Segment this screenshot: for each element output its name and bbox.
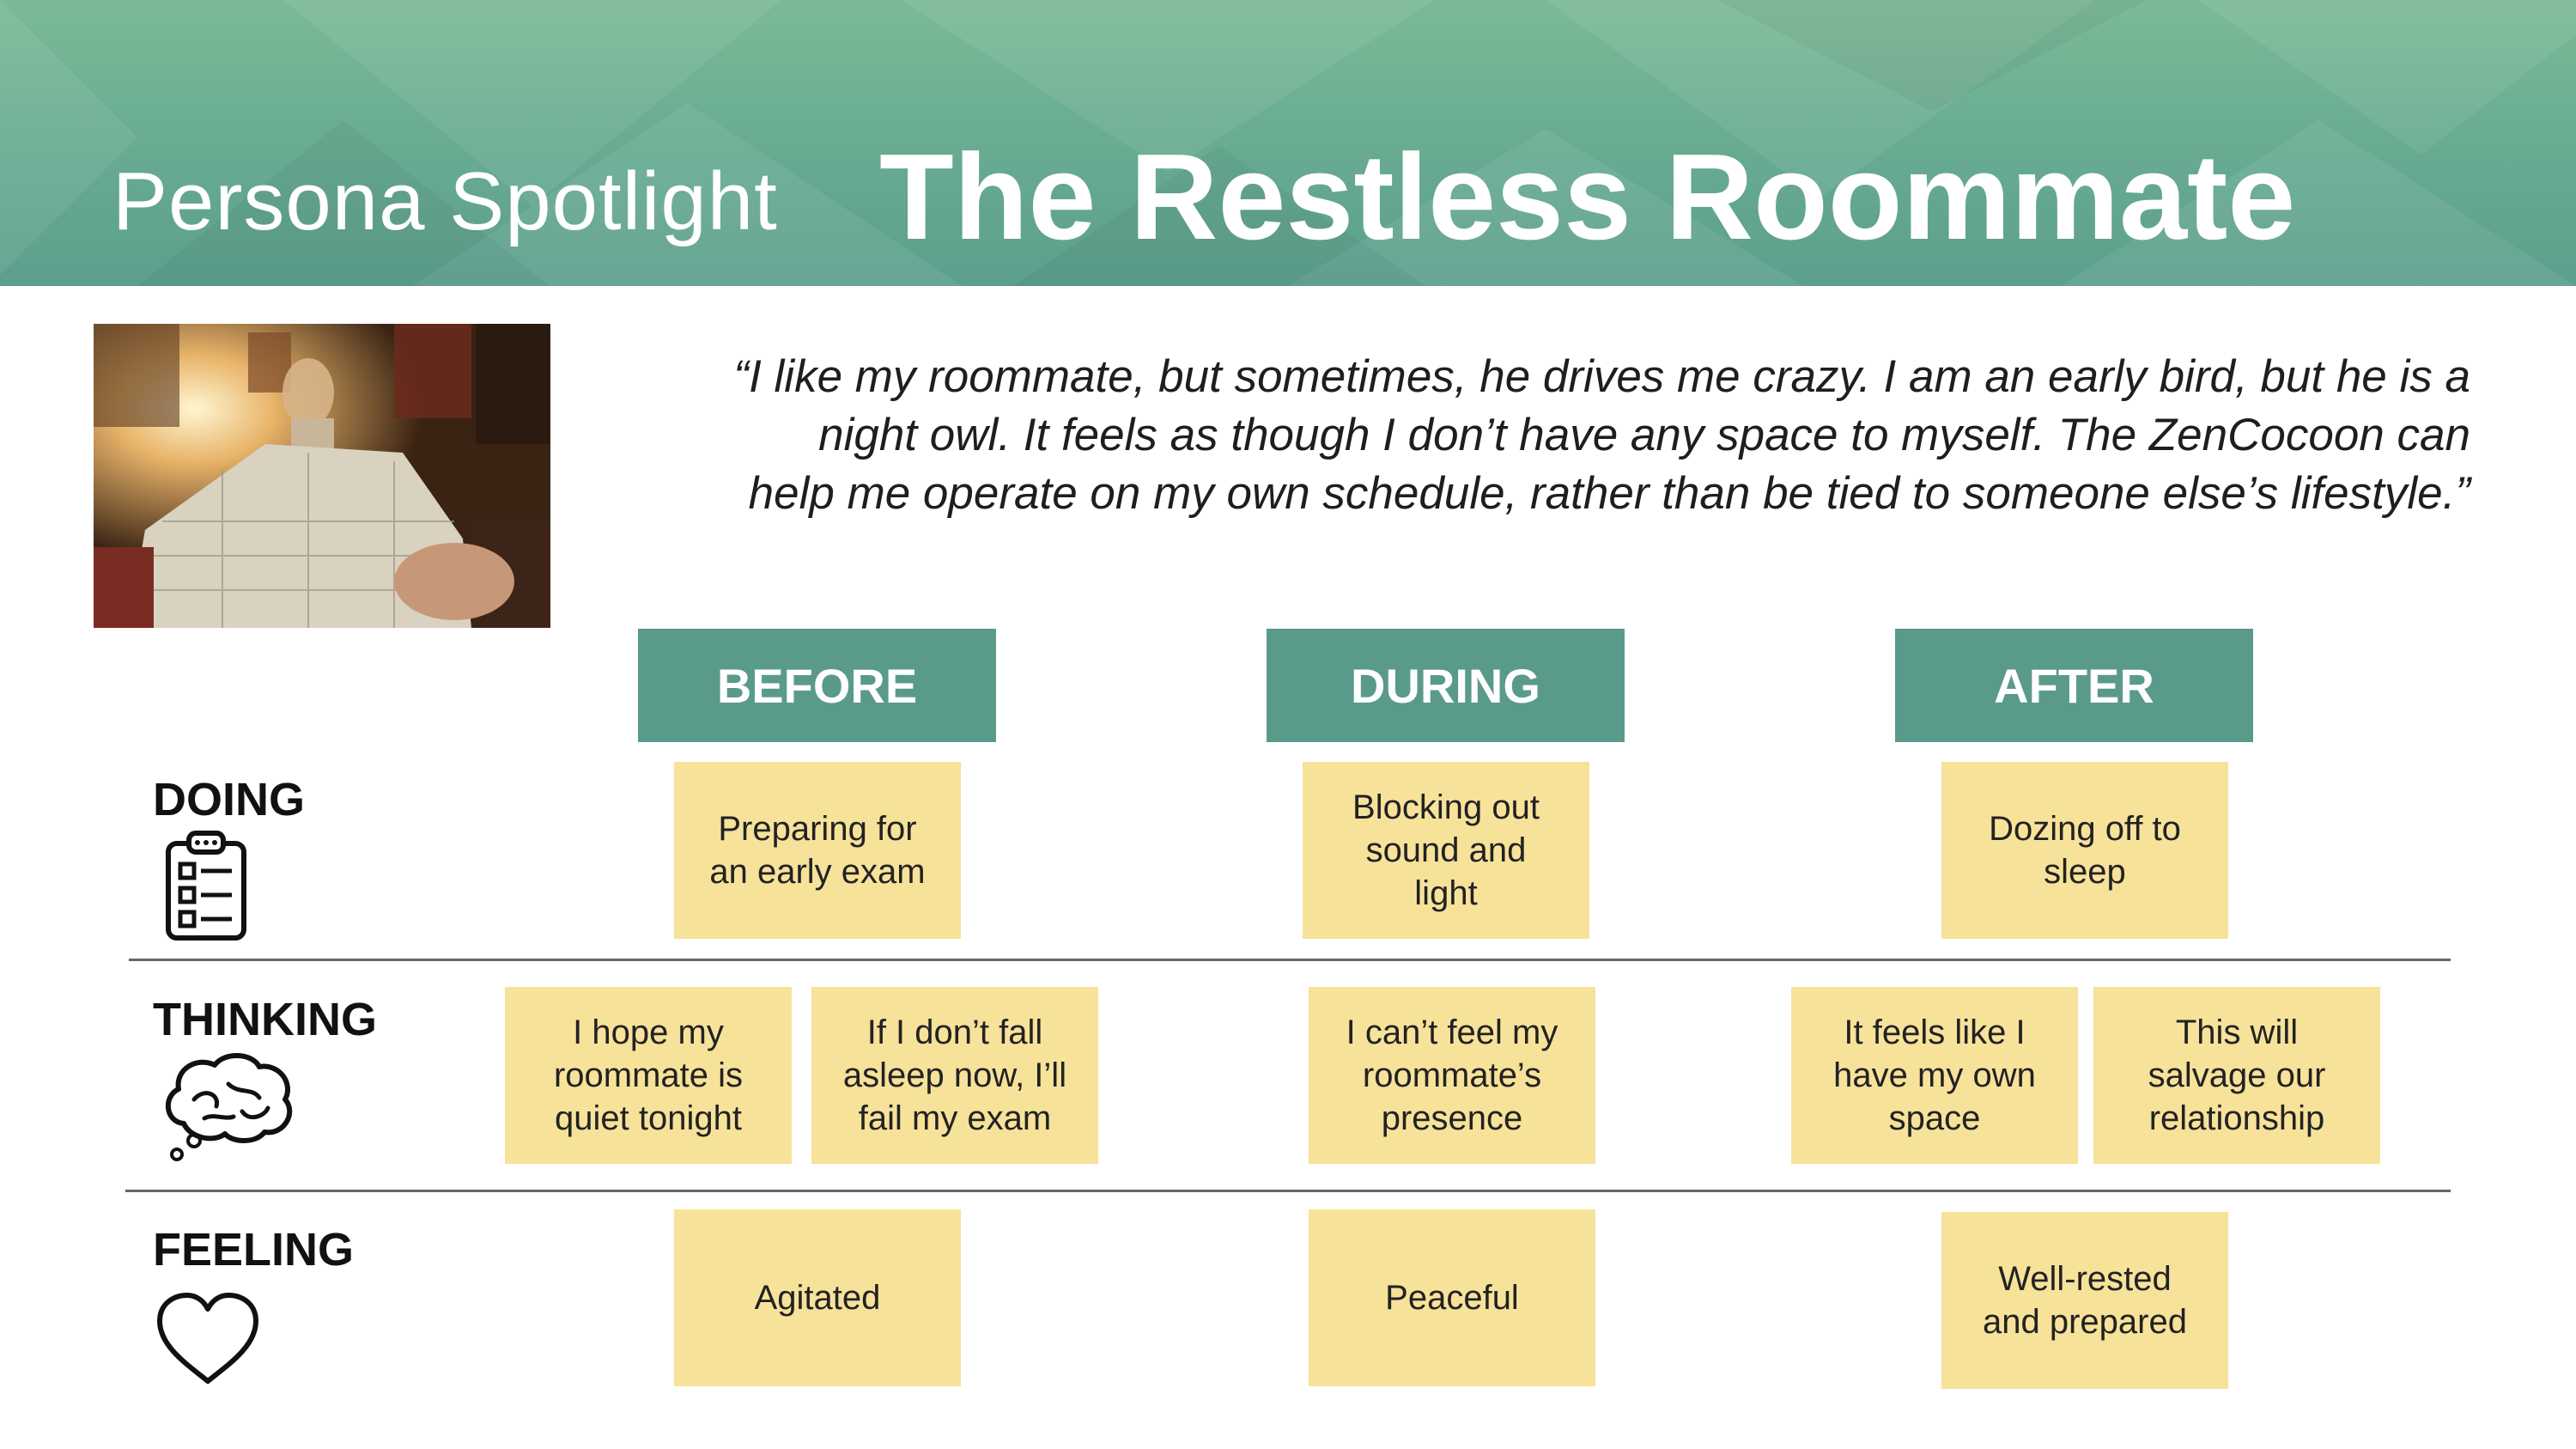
brain-thought-bubble-icon (165, 1052, 293, 1161)
quote-line: “I like my roommate, but sometimes, he d… (733, 351, 2470, 402)
row-divider (125, 1190, 2451, 1192)
note-feeling-during: Peaceful (1309, 1209, 1595, 1386)
quote-line: night owl. It feels as though I don’t ha… (818, 410, 2470, 460)
note-thinking-before-2: If I don’t fall asleep now, I’ll fail my… (811, 987, 1098, 1164)
note-feeling-after: Well-rested and prepared (1941, 1212, 2228, 1389)
persona-title: The Restless Roommate (879, 129, 2296, 265)
row-divider (129, 959, 2451, 961)
row-label-feeling: FEELING (153, 1224, 355, 1275)
persona-quote: “I like my roommate, but sometimes, he d… (562, 348, 2470, 523)
clipboard-checklist-icon (166, 831, 246, 941)
header-banner: Persona Spotlight The Restless Roommate (0, 0, 2576, 286)
persona-photo-illustration (94, 324, 550, 628)
note-doing-during: Blocking out sound and light (1303, 762, 1589, 939)
note-thinking-after-2: This will salvage our relationship (2093, 987, 2380, 1164)
heart-icon (157, 1293, 258, 1384)
persona-photo (94, 324, 550, 628)
row-label-thinking: THINKING (153, 994, 377, 1045)
note-thinking-before-1: I hope my roommate is quiet tonight (505, 987, 792, 1164)
header-label: Persona Spotlight (112, 155, 778, 247)
phase-during-header: DURING (1267, 629, 1625, 742)
note-thinking-during: I can’t feel my roommate’s presence (1309, 987, 1595, 1164)
row-label-doing: DOING (153, 774, 306, 825)
phase-after-header: AFTER (1895, 629, 2253, 742)
phase-before-header: BEFORE (638, 629, 996, 742)
note-doing-before: Preparing for an early exam (674, 762, 961, 939)
note-thinking-after-1: It feels like I have my own space (1791, 987, 2078, 1164)
quote-line: help me operate on my own schedule, rath… (748, 468, 2470, 519)
note-feeling-before: Agitated (674, 1209, 961, 1386)
note-doing-after: Dozing off to sleep (1941, 762, 2228, 939)
